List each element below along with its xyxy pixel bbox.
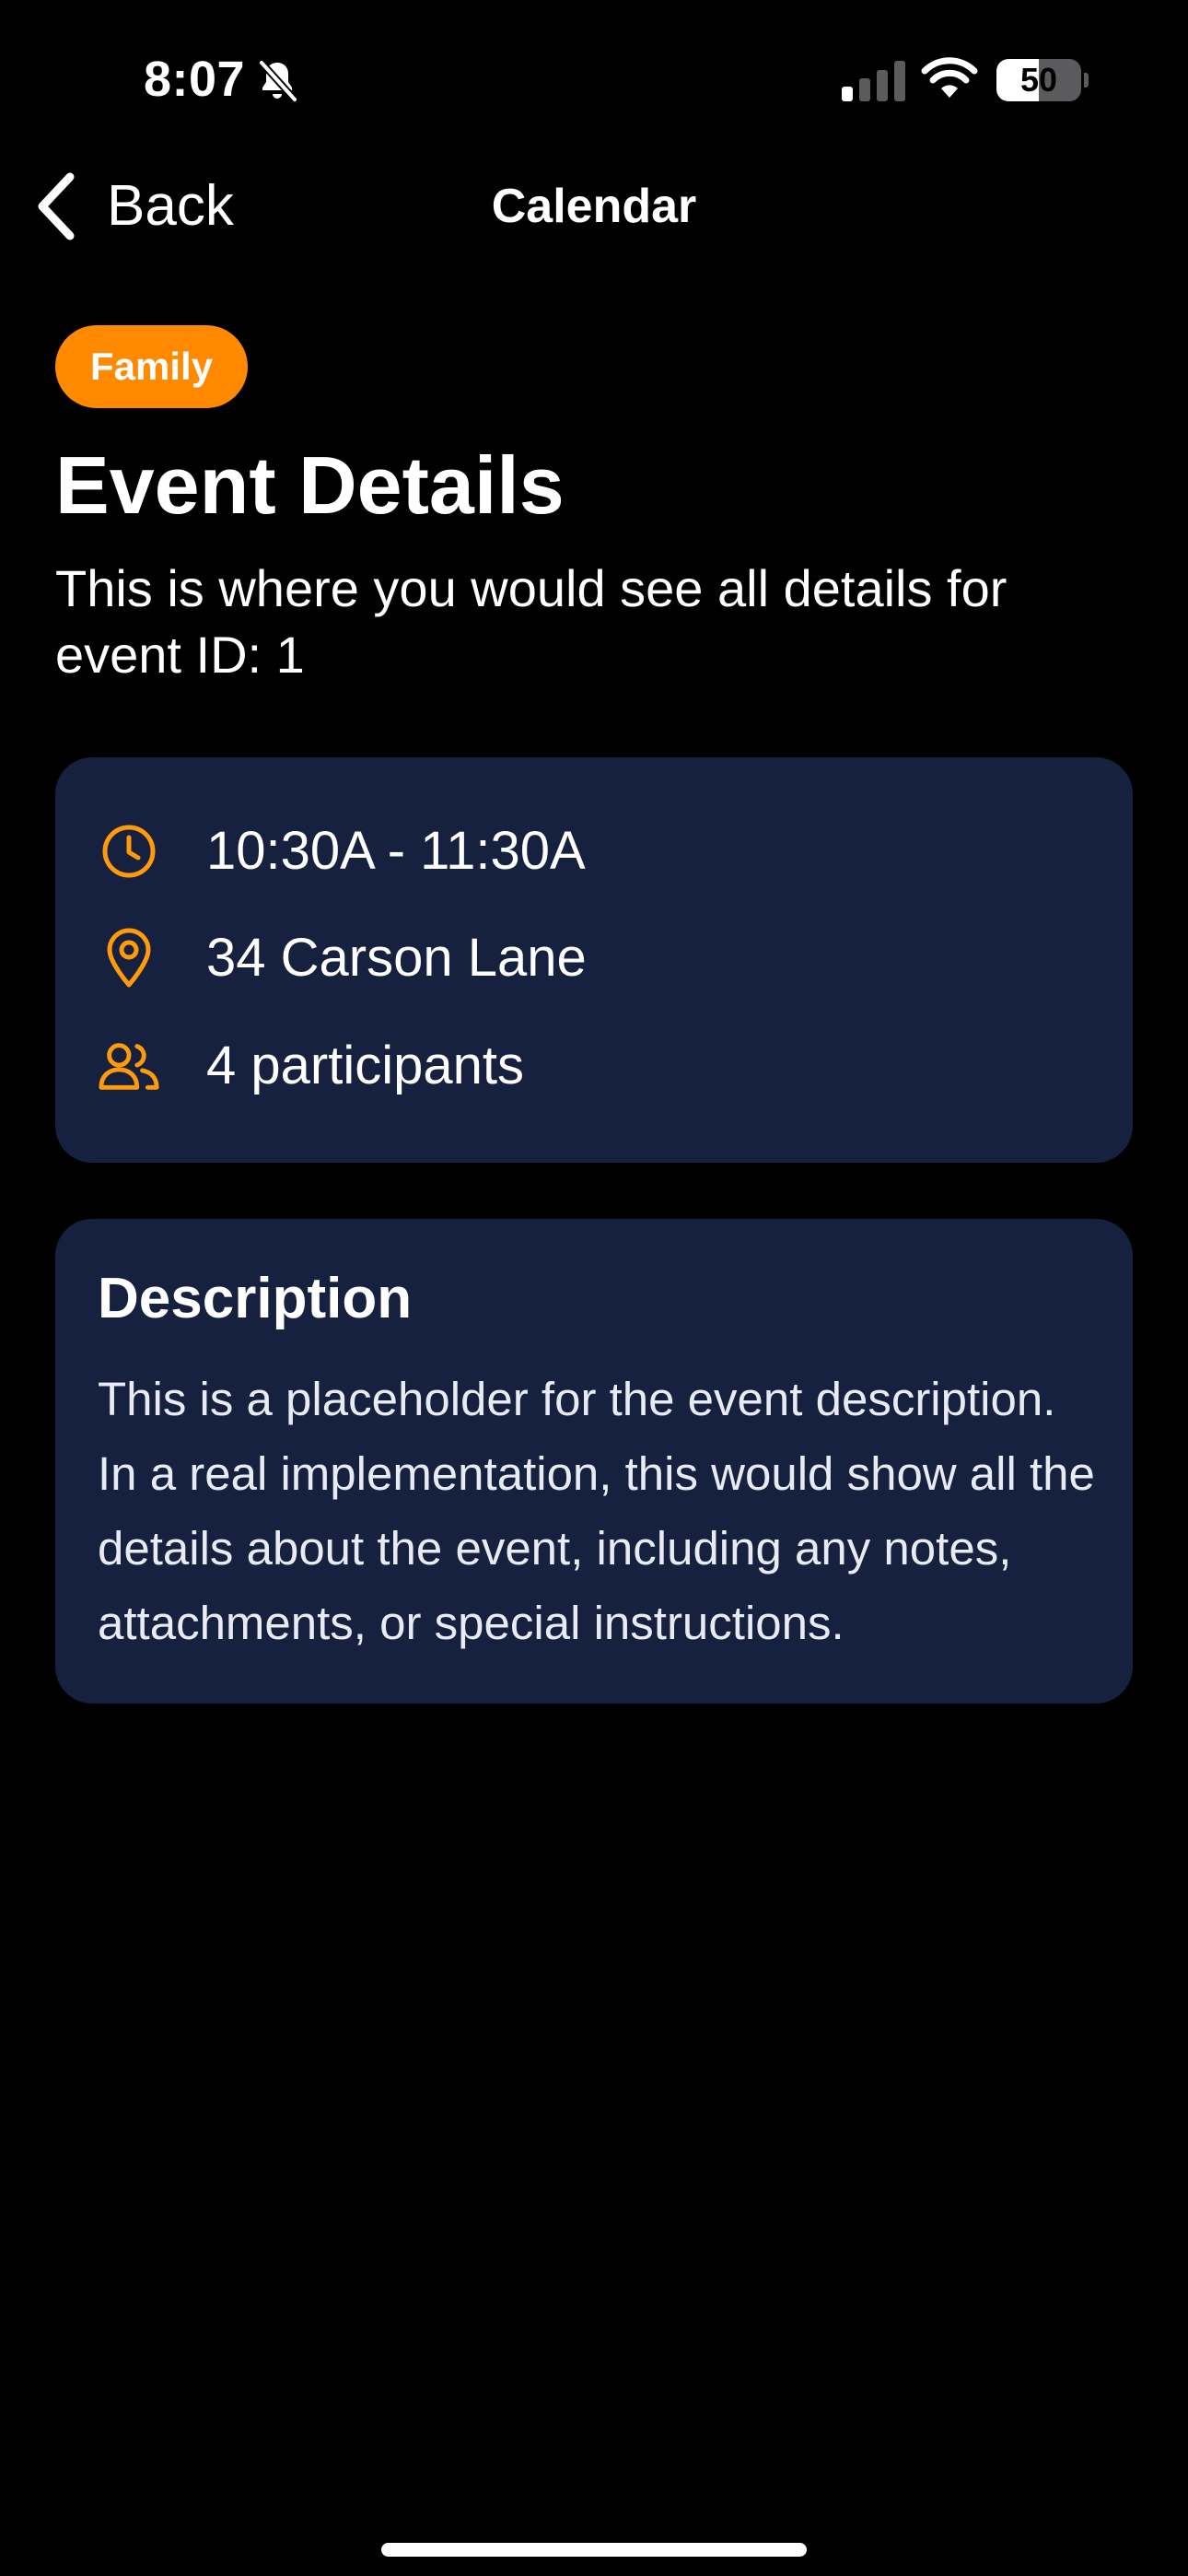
description-card: Description This is a placeholder for th… xyxy=(55,1219,1133,1704)
map-pin-icon xyxy=(98,927,160,989)
cellular-signal-icon xyxy=(842,61,905,101)
status-time: 8:07 xyxy=(144,52,246,107)
event-time: 10:30A - 11:30A xyxy=(206,821,586,881)
battery-level: 50 xyxy=(1019,61,1058,99)
nav-title: Calendar xyxy=(491,180,697,233)
home-indicator[interactable] xyxy=(381,2543,807,2557)
battery-cap xyxy=(1084,73,1089,88)
status-bar: 8:07 50 xyxy=(0,0,1188,157)
battery-body: 50 xyxy=(996,59,1081,101)
event-participants-row: 4 participants xyxy=(98,1029,524,1103)
battery-indicator: 50 xyxy=(996,59,1089,101)
wifi-icon xyxy=(921,57,978,98)
clock-icon xyxy=(98,820,160,883)
category-badge: Family xyxy=(55,325,249,408)
event-info-card: 10:30A - 11:30A 34 Carson Lane 4 partici… xyxy=(55,757,1133,1163)
navigation-bar: Back Calendar xyxy=(0,157,1188,258)
bell-slash-icon xyxy=(258,59,298,103)
description-heading: Description xyxy=(98,1267,413,1330)
page-title: Event Details xyxy=(55,439,565,531)
page-subtitle: This is where you would see all details … xyxy=(55,559,1007,684)
event-time-row: 10:30A - 11:30A xyxy=(98,814,586,888)
event-location-row: 34 Carson Lane xyxy=(98,921,587,995)
description-body: This is a placeholder for the event desc… xyxy=(98,1373,1095,1649)
event-participants: 4 participants xyxy=(206,1036,524,1095)
event-location: 34 Carson Lane xyxy=(206,928,587,988)
users-icon xyxy=(98,1035,160,1097)
